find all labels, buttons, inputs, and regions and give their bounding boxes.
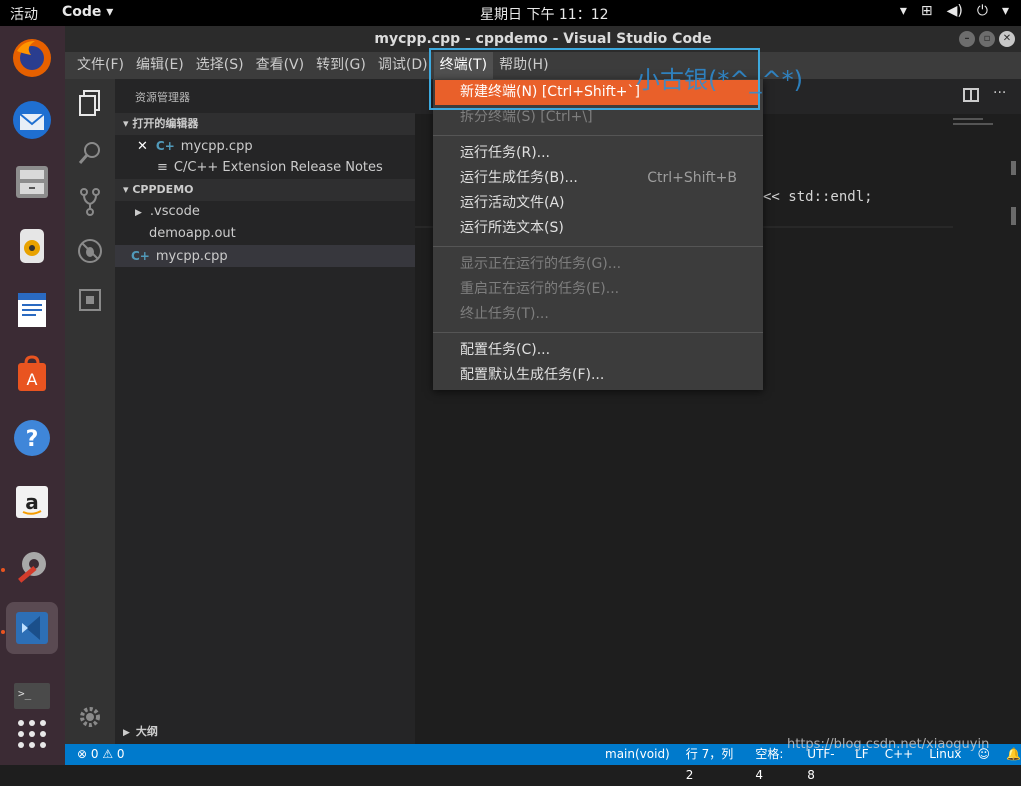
split-editor-icon[interactable]	[963, 88, 979, 102]
rhythmbox-icon[interactable]	[6, 220, 58, 272]
open-editor-item[interactable]: ✕ C+ mycpp.cpp	[115, 135, 415, 157]
system-menu-arrow-icon[interactable]: ▾	[1002, 3, 1009, 19]
cursor-position[interactable]: 行 7，列 2	[686, 744, 740, 786]
menu-item-show-running-tasks[interactable]: 显示正在运行的任务(G)...	[433, 252, 763, 277]
annotation-text: 小古银(*^_^*)	[636, 66, 803, 94]
running-indicator	[1, 630, 5, 634]
open-editor-item[interactable]: ≡ C/C++ Extension Release Notes	[115, 157, 415, 179]
gnome-top-bar: 活动 Code ▾ 星期日 下午 11：12 ▾ ⊞ ◀) ⏻ ▾	[0, 0, 1021, 26]
folder-label: .vscode	[149, 204, 200, 219]
menu-debug[interactable]: 调试(D)	[372, 52, 434, 79]
menu-edit[interactable]: 编辑(E)	[130, 52, 190, 79]
file-item-selected[interactable]: C+ mycpp.cpp	[115, 245, 415, 267]
project-header[interactable]: ▾ CPPDEMO	[115, 179, 415, 201]
menu-item-run-selected-text[interactable]: 运行所选文本(S)	[433, 216, 763, 241]
vscode-icon[interactable]	[6, 602, 58, 654]
dock: A ? a >_	[0, 26, 65, 765]
scrollbar-thumb[interactable]	[1011, 207, 1016, 225]
help-icon[interactable]: ?	[6, 412, 58, 464]
settings-tools-icon[interactable]	[6, 540, 58, 592]
system-tray[interactable]: ▾ ⊞ ◀) ⏻ ▾	[900, 3, 1009, 19]
show-applications-icon[interactable]	[6, 708, 58, 760]
network-icon[interactable]: ⊞	[921, 3, 933, 19]
svg-text:A: A	[27, 370, 38, 389]
outline-label: 大纲	[135, 725, 158, 738]
menu-item-run-build-task[interactable]: 运行生成任务(B)... Ctrl+Shift+B	[433, 166, 763, 191]
shortcut-label: Ctrl+Shift+B	[647, 170, 737, 186]
open-editor-label: C/C++ Extension Release Notes	[173, 160, 383, 175]
svg-text:a: a	[25, 490, 39, 514]
source-control-icon[interactable]	[74, 187, 106, 219]
menu-item-run-active-file[interactable]: 运行活动文件(A)	[433, 191, 763, 216]
debug-icon[interactable]	[74, 237, 106, 269]
menu-separator	[433, 135, 763, 136]
manage-gear-icon[interactable]	[74, 705, 106, 737]
app-menu[interactable]: Code ▾	[62, 4, 113, 20]
watermark: https://blog.csdn.net/xiaoguyin	[787, 737, 990, 752]
search-icon[interactable]	[74, 139, 106, 171]
menu-separator	[433, 332, 763, 333]
problems-indicator[interactable]: ⊗ 0 ⚠ 0	[77, 744, 125, 765]
explorer-sidebar: 资源管理器 ▾ 打开的编辑器 ✕ C+ mycpp.cpp ≡ C/C++ Exten…	[115, 79, 415, 744]
volume-icon[interactable]: ◀)	[947, 3, 963, 19]
minimap[interactable]	[953, 114, 1003, 134]
menu-item-terminate-task[interactable]: 终止任务(T)...	[433, 302, 763, 327]
outline-section[interactable]: ▶ 大纲	[115, 721, 415, 743]
minimize-icon[interactable]: –	[959, 31, 975, 47]
scrollbar-thumb[interactable]	[1011, 161, 1016, 175]
open-editor-label: mycpp.cpp	[180, 139, 253, 154]
menu-file[interactable]: 文件(F)	[71, 52, 130, 79]
menu-separator	[433, 246, 763, 247]
maximize-icon[interactable]: ▫	[979, 31, 995, 47]
file-label: demoapp.out	[149, 226, 236, 241]
code-line[interactable]: << std::endl;	[763, 189, 873, 205]
chevron-right-icon: ▶	[123, 728, 130, 738]
menu-item-configure-tasks[interactable]: 配置任务(C)...	[433, 338, 763, 363]
files-icon[interactable]	[6, 156, 58, 208]
software-center-icon[interactable]: A	[6, 348, 58, 400]
close-editor-icon[interactable]: ✕	[137, 139, 148, 154]
svg-text:?: ?	[26, 427, 39, 452]
activity-bar	[65, 79, 115, 744]
menu-item-configure-default-build[interactable]: 配置默认生成任务(F)...	[433, 363, 763, 388]
window-title: mycpp.cpp - cppdemo - Visual Studio Code	[374, 31, 712, 47]
menu-view[interactable]: 查看(V)	[250, 52, 311, 79]
notifications-bell-icon[interactable]: 🔔	[1006, 744, 1021, 786]
running-indicator	[1, 568, 5, 572]
close-icon[interactable]: ✕	[999, 31, 1015, 47]
file-item[interactable]: demoapp.out	[115, 223, 415, 245]
explorer-icon[interactable]	[74, 89, 106, 121]
firefox-icon[interactable]	[6, 32, 58, 84]
cpp-file-icon: C+	[155, 139, 175, 153]
libreoffice-writer-icon[interactable]	[6, 284, 58, 336]
extensions-icon[interactable]	[74, 287, 106, 319]
menu-go[interactable]: 转到(G)	[310, 52, 372, 79]
menu-selection[interactable]: 选择(S)	[190, 52, 250, 79]
folder-item[interactable]: ▶ .vscode	[115, 201, 415, 223]
chevron-right-icon: ▶	[135, 208, 142, 218]
menu-item-run-task[interactable]: 运行任务(R)...	[433, 141, 763, 166]
release-notes-icon: ≡	[157, 160, 168, 175]
activities-button[interactable]: 活动	[10, 4, 38, 24]
thunderbird-icon[interactable]	[6, 94, 58, 146]
tray-arrow-icon[interactable]: ▾	[900, 3, 907, 19]
cpp-file-icon: C+	[131, 249, 150, 263]
explorer-title: 资源管理器	[135, 91, 190, 104]
open-editors-header[interactable]: ▾ 打开的编辑器	[115, 113, 415, 135]
svg-text:>_: >_	[18, 687, 32, 700]
scope-indicator[interactable]: main(void)	[605, 744, 670, 786]
clock[interactable]: 星期日 下午 11：12	[480, 4, 609, 24]
indentation-indicator[interactable]: 空格: 4	[755, 744, 791, 786]
window-controls: – ▫ ✕	[959, 31, 1015, 47]
menu-item-restart-running-task[interactable]: 重启正在运行的任务(E)...	[433, 277, 763, 302]
power-icon[interactable]: ⏻	[977, 3, 988, 19]
more-actions-icon[interactable]: ···	[993, 85, 1006, 101]
file-label: mycpp.cpp	[155, 249, 228, 264]
amazon-icon[interactable]: a	[6, 476, 58, 528]
terminal-menu-dropdown: 新建终端(N) [Ctrl+Shift+`] 拆分终端(S) [Ctrl+\] …	[433, 79, 763, 390]
